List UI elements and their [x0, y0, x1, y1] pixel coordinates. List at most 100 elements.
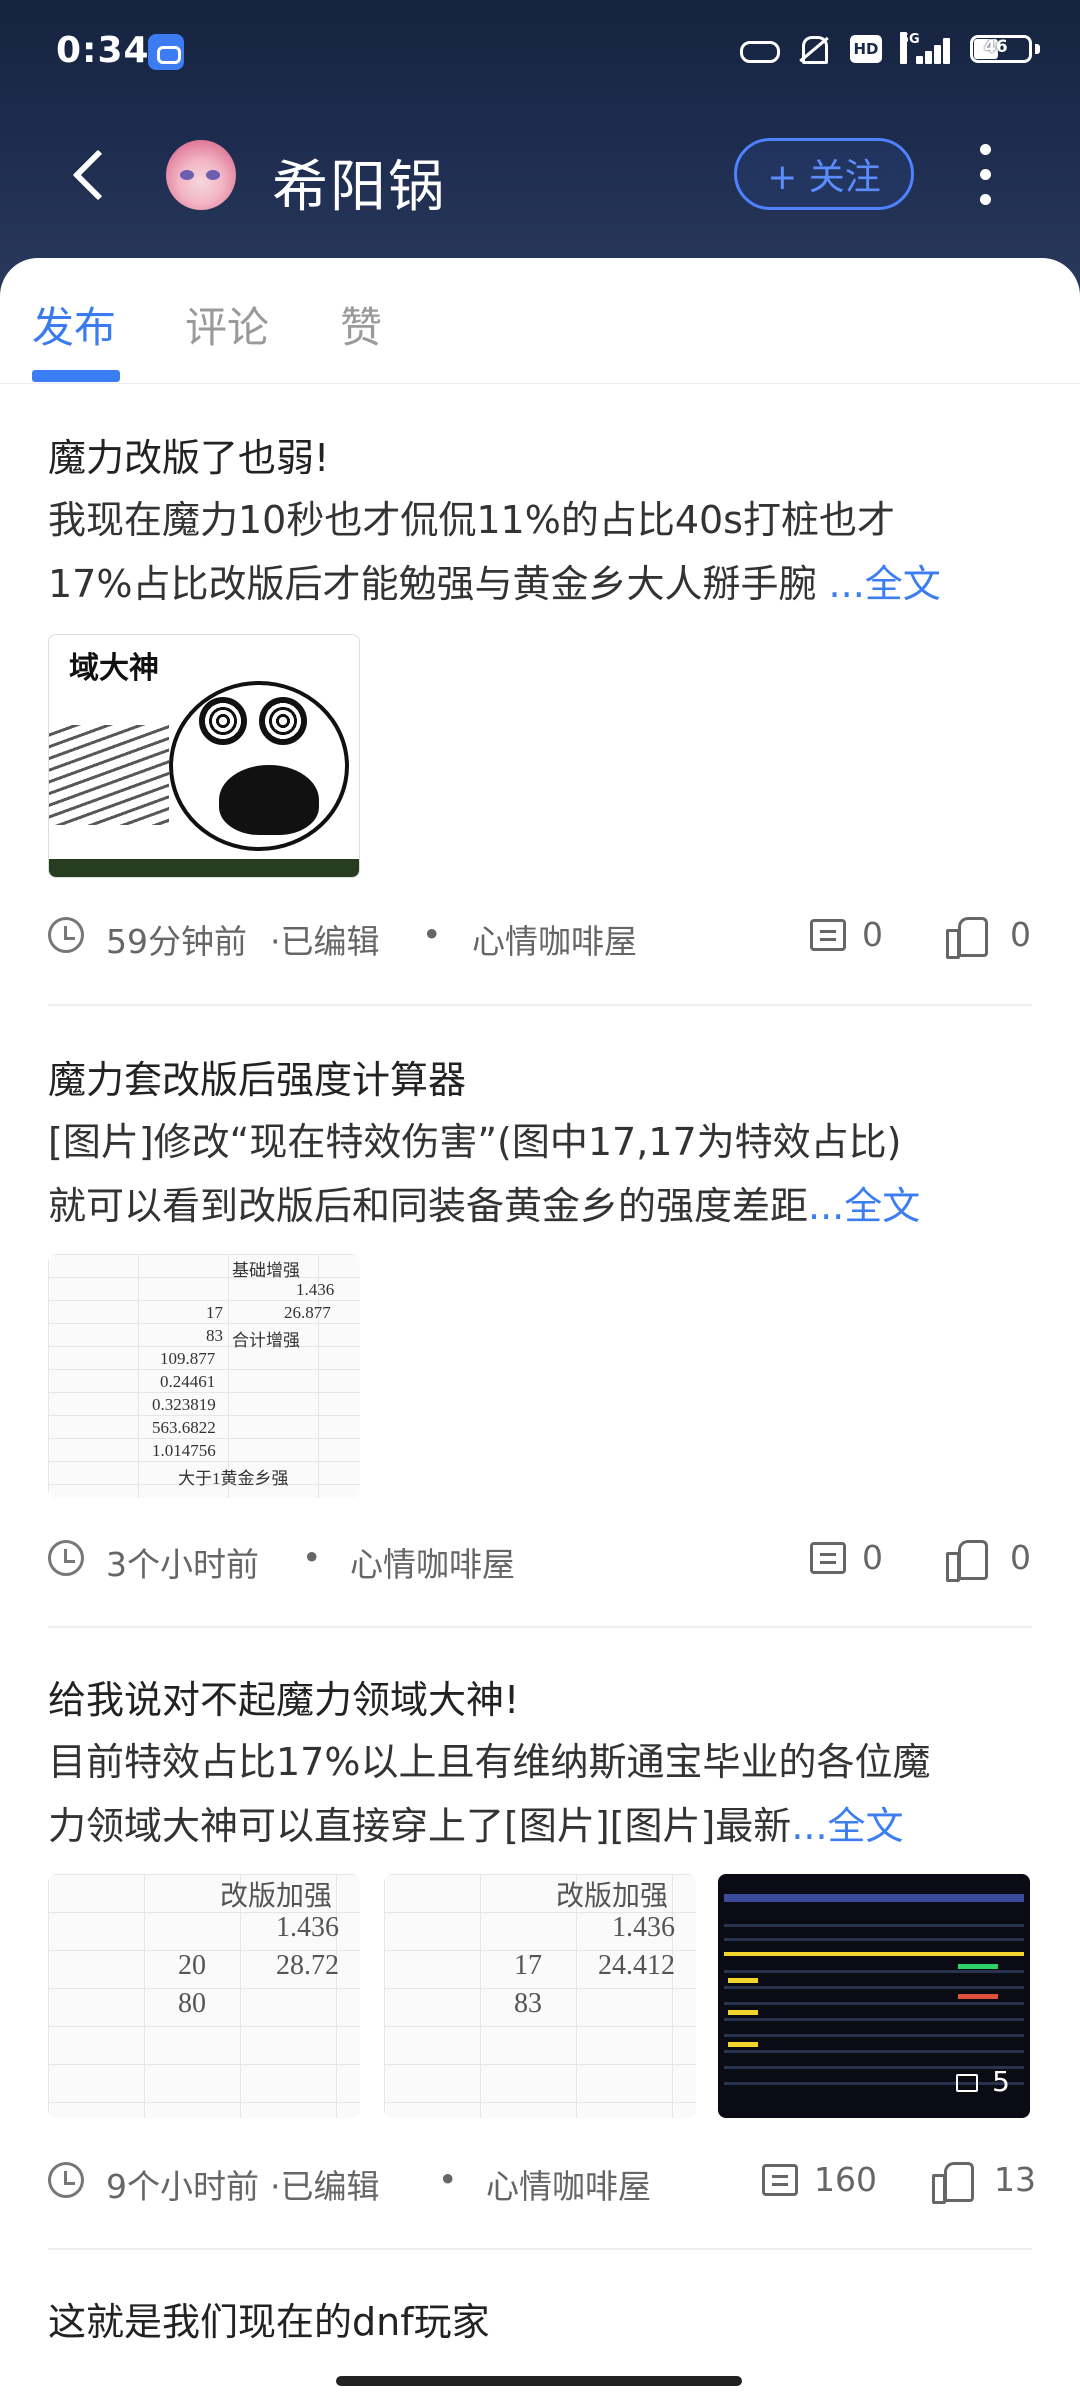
post-image[interactable]: 基础增强 1.436 17 26.877 83 合计增强 109.877 0.2…: [48, 1254, 360, 1498]
comment-icon[interactable]: [762, 2164, 798, 2196]
profile-header: 0:34 HD 5G 46 希阳锅 + 关注: [0, 0, 1080, 300]
image-caption: 域大神: [69, 651, 159, 686]
post-time: 59分钟前: [106, 922, 247, 961]
post-time: 9个小时前: [106, 2167, 259, 2206]
like-count: 0: [1010, 1538, 1031, 1577]
sheet-cell: 109.877: [160, 1349, 216, 1368]
post-title[interactable]: 魔力套改版后强度计算器: [48, 1050, 1032, 1110]
post-image[interactable]: 5: [718, 1874, 1030, 2118]
app-notification-icon: [148, 34, 184, 70]
signal-icon: 5G: [900, 32, 952, 66]
post-item[interactable]: 魔力套改版后强度计算器 [图片]修改“现在特效伤害”(图中17,17为特效占比)…: [48, 1050, 1032, 1238]
sheet-cell: 基础增强: [232, 1261, 300, 1280]
like-count: 0: [1010, 915, 1031, 954]
sheet-cell: 20: [178, 1950, 206, 1981]
battery-level: 46: [984, 37, 1008, 57]
circle-link[interactable]: 心情咖啡屋: [472, 915, 637, 963]
post-body-line: 目前特效占比17%以上且有维纳斯通宝毕业的各位魔: [48, 1740, 931, 1784]
comment-icon[interactable]: [810, 919, 846, 951]
comment-count: 160: [814, 2160, 877, 2199]
read-more-link[interactable]: ...全文: [829, 562, 941, 606]
post-title[interactable]: 给我说对不起魔力领域大神!: [48, 1670, 1032, 1730]
post-meta: 9个小时前 ·已编辑 • 心情咖啡屋 160 13: [48, 2150, 1036, 2210]
post-divider: [48, 1626, 1032, 1628]
sheet-cell: 26.877: [284, 1303, 331, 1322]
sheet-cell: 大于1黄金乡强: [178, 1469, 289, 1488]
post-item[interactable]: 这就是我们现在的dnf玩家: [48, 2292, 1032, 2352]
post-body[interactable]: 我现在魔力10秒也才侃侃11%的占比40s打桩也才 17%占比改版后才能勉强与黄…: [48, 488, 1032, 616]
sheet-cell: 17: [206, 1303, 223, 1322]
read-more-link[interactable]: ...全文: [808, 1184, 920, 1228]
nav-row: 希阳锅 + 关注: [0, 120, 1080, 230]
post-body-line: 我现在魔力10秒也才侃侃11%的占比40s打桩也才: [48, 498, 895, 542]
tab-comments[interactable]: 评论: [185, 294, 269, 355]
post-body-line: 就可以看到改版后和同装备黄金乡的强度差距: [48, 1184, 809, 1228]
clock-icon: [48, 1540, 84, 1576]
circle-link[interactable]: 心情咖啡屋: [350, 1538, 515, 1586]
more-options-button[interactable]: [970, 142, 1000, 208]
tab-bar: 发布 评论 赞: [0, 258, 1080, 384]
sheet-cell: 1.436: [612, 1912, 675, 1943]
post-title[interactable]: 这就是我们现在的dnf玩家: [48, 2292, 1032, 2352]
clock-icon: [48, 917, 84, 953]
content-area: 发布 评论 赞 魔力改版了也弱! 我现在魔力10秒也才侃侃11%的占比40s打桩…: [0, 258, 1080, 2401]
comment-icon[interactable]: [810, 1542, 846, 1574]
like-count: 13: [994, 2160, 1036, 2199]
post-body-line: 17%占比改版后才能勉强与黄金乡大人掰手腕: [48, 562, 829, 606]
tab-posts[interactable]: 发布: [32, 294, 116, 355]
post-time: 3个小时前: [106, 1545, 259, 1584]
post-image[interactable]: 改版加强 1.436 17 24.412 83: [384, 1874, 696, 2118]
post-meta: 59分钟前 ·已编辑 • 心情咖啡屋 0 0: [48, 905, 1032, 965]
sheet-cell: 合计增强: [232, 1331, 300, 1350]
image-count: 5: [992, 2065, 1010, 2098]
read-more-link[interactable]: ...全文: [791, 1804, 903, 1848]
like-icon[interactable]: [932, 2160, 974, 2204]
sheet-cell: 0.24461: [160, 1372, 216, 1391]
mute-icon: [794, 32, 832, 66]
clock-icon: [48, 2162, 84, 2198]
avatar[interactable]: [166, 140, 236, 210]
post-divider: [48, 2248, 1032, 2250]
sheet-cell: 24.412: [598, 1950, 675, 1981]
circle-link[interactable]: 心情咖啡屋: [486, 2160, 651, 2208]
post-item[interactable]: 魔力改版了也弱! 我现在魔力10秒也才侃侃11%的占比40s打桩也才 17%占比…: [48, 428, 1032, 616]
status-time: 0:34: [56, 30, 150, 71]
sheet-cell: 17: [514, 1950, 542, 1981]
network-type: 5G: [900, 32, 920, 64]
comment-count: 0: [862, 1538, 883, 1577]
follow-button[interactable]: + 关注: [734, 138, 914, 210]
meta-separator: •: [302, 1538, 322, 1577]
sheet-cell: 80: [178, 1988, 206, 2019]
status-bar: 0:34 HD 5G 46: [0, 22, 1080, 82]
meta-separator: •: [422, 915, 442, 954]
post-body-line: [图片]修改“现在特效伤害”(图中17,17为特效占比): [48, 1120, 902, 1164]
sheet-cell: 83: [206, 1326, 223, 1345]
edited-label: ·已编辑: [270, 2167, 380, 2206]
like-icon[interactable]: [946, 1538, 988, 1582]
meta-separator: •: [438, 2160, 458, 2199]
post-image[interactable]: 改版加强 1.436 20 28.72 80: [48, 1874, 360, 2118]
status-icons: HD 5G 46: [738, 32, 1040, 66]
post-item[interactable]: 给我说对不起魔力领域大神! 目前特效占比17%以上且有维纳斯通宝毕业的各位魔 力…: [48, 1670, 1032, 1858]
sheet-cell: 改版加强: [556, 1881, 669, 1912]
sheet-cell: 1.014756: [152, 1441, 216, 1460]
hd-icon: HD: [850, 35, 882, 63]
comment-count: 0: [862, 915, 883, 954]
post-image[interactable]: 域大神: [48, 634, 360, 878]
link-icon: [738, 32, 780, 66]
tab-indicator: [32, 370, 120, 382]
home-indicator[interactable]: [336, 2376, 742, 2386]
username: 希阳锅: [272, 155, 446, 220]
tab-likes[interactable]: 赞: [340, 294, 382, 355]
post-body[interactable]: [图片]修改“现在特效伤害”(图中17,17为特效占比) 就可以看到改版后和同装…: [48, 1110, 1032, 1238]
sheet-cell: 改版加强: [220, 1881, 333, 1912]
post-meta: 3个小时前 • 心情咖啡屋 0 0: [48, 1528, 1032, 1588]
sheet-cell: 0.323819: [152, 1395, 216, 1414]
post-title[interactable]: 魔力改版了也弱!: [48, 428, 1032, 488]
like-icon[interactable]: [946, 915, 988, 959]
sheet-cell: 83: [514, 1988, 542, 2019]
back-button[interactable]: [60, 145, 120, 205]
edited-label: ·已编辑: [270, 922, 380, 961]
post-divider: [48, 1004, 1032, 1006]
post-body[interactable]: 目前特效占比17%以上且有维纳斯通宝毕业的各位魔 力领域大神可以直接穿上了[图片…: [48, 1730, 1032, 1858]
